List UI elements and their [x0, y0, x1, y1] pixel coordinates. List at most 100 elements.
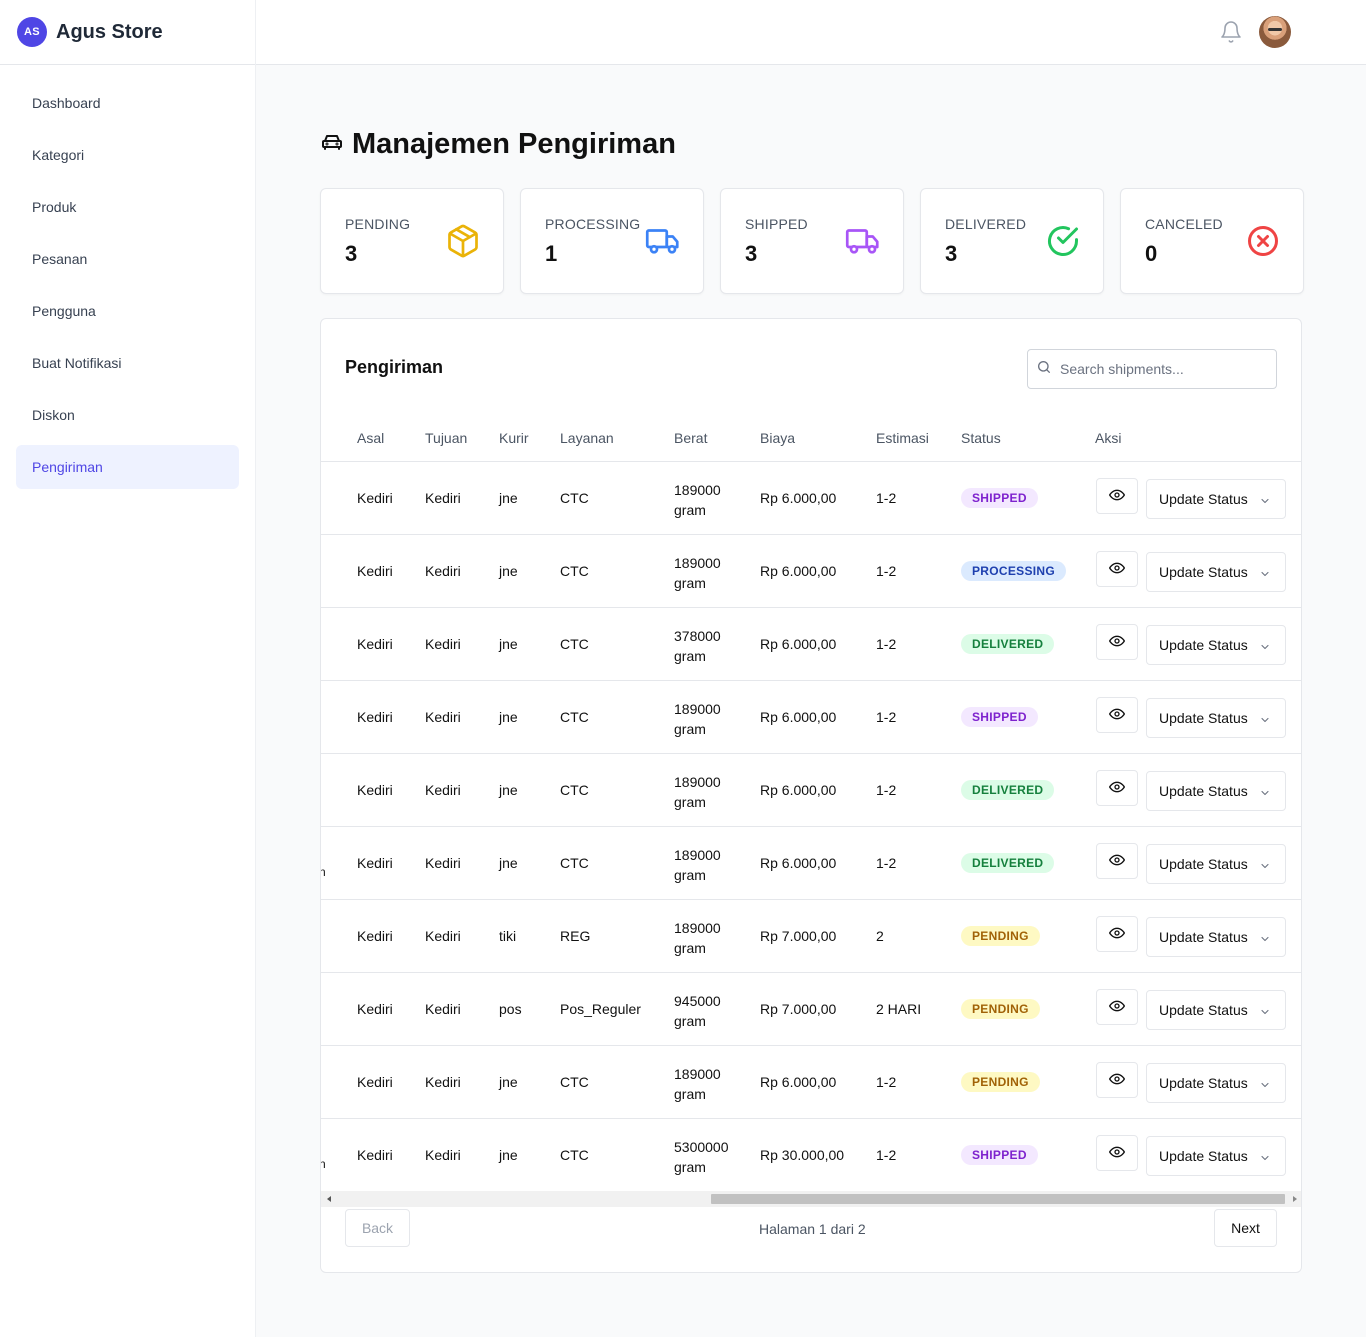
- sidebar: AS Agus Store Dashboard Kategori Produk …: [0, 0, 256, 1337]
- cell-biaya: Rp 6.000,00: [760, 490, 837, 506]
- table-row: Kediri Kediri jne CTC 189000 gram Rp 6.000,00…: [321, 681, 1301, 754]
- scrollbar-thumb[interactable]: [711, 1194, 1285, 1204]
- table-row: Kediri Kediri jne CTC 378000 gram Rp 6.000,00…: [321, 608, 1301, 681]
- update-status-button[interactable]: Update Status: [1146, 479, 1286, 519]
- horizontal-scrollbar[interactable]: [321, 1191, 1301, 1207]
- stat-value: 1: [545, 241, 558, 266]
- update-status-button[interactable]: Update Status: [1146, 625, 1286, 665]
- table-row: n Kediri Kediri jne CTC 5300000 gram Rp 30.000…: [321, 1119, 1301, 1192]
- view-button[interactable]: [1096, 770, 1138, 806]
- table-row: Kediri Kediri pos Pos_Reguler 945000 gram Rp …: [321, 973, 1301, 1046]
- stat-value: 3: [945, 241, 958, 266]
- stat-value: 3: [345, 241, 358, 266]
- next-button[interactable]: Next: [1214, 1209, 1277, 1247]
- eye-icon: [1109, 1071, 1125, 1090]
- stat-card-pending: PENDING 3: [320, 188, 504, 294]
- update-status-button[interactable]: Update Status: [1146, 917, 1286, 957]
- scroll-left-icon[interactable]: [327, 1196, 331, 1202]
- sidebar-item-diskon[interactable]: Diskon: [16, 393, 239, 437]
- update-status-label: Update Status: [1159, 929, 1248, 945]
- cell-layanan: CTC: [560, 855, 589, 871]
- sidebar-item-pengiriman[interactable]: Pengiriman: [16, 445, 239, 489]
- update-status-button[interactable]: Update Status: [1146, 844, 1286, 884]
- table-body: Kediri Kediri jne CTC 189000 gram Rp 6.000,00…: [321, 462, 1301, 1192]
- shipments-table: Asal Tujuan Kurir Layanan Berat Biaya Es…: [321, 409, 1301, 1192]
- cell-biaya: Rp 6.000,00: [760, 782, 837, 798]
- sidebar-item-dashboard[interactable]: Dashboard: [16, 81, 239, 125]
- table-row: Kediri Kediri jne CTC 189000 gram Rp 6.000,00…: [321, 462, 1301, 535]
- cell-asal: Kediri: [357, 490, 393, 506]
- cell-layanan: CTC: [560, 563, 589, 579]
- update-status-label: Update Status: [1159, 1002, 1248, 1018]
- view-button[interactable]: [1096, 1135, 1138, 1171]
- update-status-button[interactable]: Update Status: [1146, 771, 1286, 811]
- back-button[interactable]: Back: [345, 1209, 410, 1247]
- eye-icon: [1109, 1144, 1125, 1163]
- brand-name: Agus Store: [56, 20, 163, 43]
- search-box[interactable]: [1027, 349, 1277, 389]
- view-button[interactable]: [1096, 697, 1138, 733]
- sidebar-nav: Dashboard Kategori Produk Pesanan Penggu…: [0, 65, 255, 513]
- update-status-button[interactable]: Update Status: [1146, 1063, 1286, 1103]
- car-icon: [320, 130, 344, 159]
- table-header: Asal Tujuan Kurir Layanan Berat Biaya Es…: [321, 409, 1301, 462]
- row-edge-text: n: [321, 865, 326, 879]
- page-indicator: Halaman 1 dari 2: [759, 1221, 866, 1237]
- view-button[interactable]: [1096, 989, 1138, 1025]
- status-badge: PENDING: [961, 926, 1040, 946]
- cell-berat: 945000 gram: [674, 993, 721, 1029]
- table-row: Kediri Kediri jne CTC 189000 gram Rp 6.000,00…: [321, 754, 1301, 827]
- view-button[interactable]: [1096, 1062, 1138, 1098]
- update-status-label: Update Status: [1159, 564, 1248, 580]
- search-input[interactable]: [1060, 361, 1260, 377]
- view-button[interactable]: [1096, 843, 1138, 879]
- view-button[interactable]: [1096, 551, 1138, 587]
- cell-estimasi: 2: [876, 928, 884, 944]
- sidebar-item-kategori[interactable]: Kategori: [16, 133, 239, 177]
- update-status-button[interactable]: Update Status: [1146, 552, 1286, 592]
- cell-kurir: jne: [499, 490, 518, 506]
- update-status-label: Update Status: [1159, 783, 1248, 799]
- view-button[interactable]: [1096, 624, 1138, 660]
- update-status-label: Update Status: [1159, 1148, 1248, 1164]
- sidebar-item-produk[interactable]: Produk: [16, 185, 239, 229]
- update-status-label: Update Status: [1159, 491, 1248, 507]
- chevron-down-icon: [1259, 786, 1271, 802]
- view-button[interactable]: [1096, 478, 1138, 514]
- cell-tujuan: Kediri: [425, 1001, 461, 1017]
- sidebar-item-pesanan[interactable]: Pesanan: [16, 237, 239, 281]
- stat-card-processing: PROCESSING 1: [520, 188, 704, 294]
- cell-asal: Kediri: [357, 1147, 393, 1163]
- cell-layanan: CTC: [560, 782, 589, 798]
- cell-berat: 189000 gram: [674, 701, 721, 737]
- cell-kurir: tiki: [499, 928, 517, 944]
- cell-berat: 189000 gram: [674, 774, 721, 810]
- cell-kurir: jne: [499, 563, 518, 579]
- brand[interactable]: AS Agus Store: [0, 0, 255, 65]
- update-status-button[interactable]: Update Status: [1146, 990, 1286, 1030]
- scroll-right-icon[interactable]: [1293, 1196, 1297, 1202]
- stat-label: PROCESSING: [545, 216, 641, 232]
- view-button[interactable]: [1096, 916, 1138, 952]
- cell-berat: 189000 gram: [674, 1066, 721, 1102]
- avatar[interactable]: [1259, 16, 1291, 48]
- sidebar-item-pengguna[interactable]: Pengguna: [16, 289, 239, 333]
- cell-kurir: jne: [499, 855, 518, 871]
- eye-icon: [1109, 852, 1125, 871]
- cell-layanan: CTC: [560, 1147, 589, 1163]
- cell-berat: 378000 gram: [674, 628, 721, 664]
- cell-tujuan: Kediri: [425, 1147, 461, 1163]
- cell-asal: Kediri: [357, 1001, 393, 1017]
- update-status-button[interactable]: Update Status: [1146, 698, 1286, 738]
- cell-berat: 189000 gram: [674, 482, 721, 518]
- check-circle-icon: [1045, 223, 1081, 259]
- status-badge: DELIVERED: [961, 853, 1055, 873]
- table-row: Kediri Kediri jne CTC 189000 gram Rp 6.000,00…: [321, 1046, 1301, 1119]
- cell-biaya: Rp 6.000,00: [760, 1074, 837, 1090]
- cell-biaya: Rp 30.000,00: [760, 1147, 845, 1163]
- cell-tujuan: Kediri: [425, 782, 461, 798]
- truck-icon: [645, 223, 681, 259]
- update-status-button[interactable]: Update Status: [1146, 1136, 1286, 1176]
- sidebar-item-buat-notifikasi[interactable]: Buat Notifikasi: [16, 341, 239, 385]
- bell-icon[interactable]: [1219, 20, 1243, 44]
